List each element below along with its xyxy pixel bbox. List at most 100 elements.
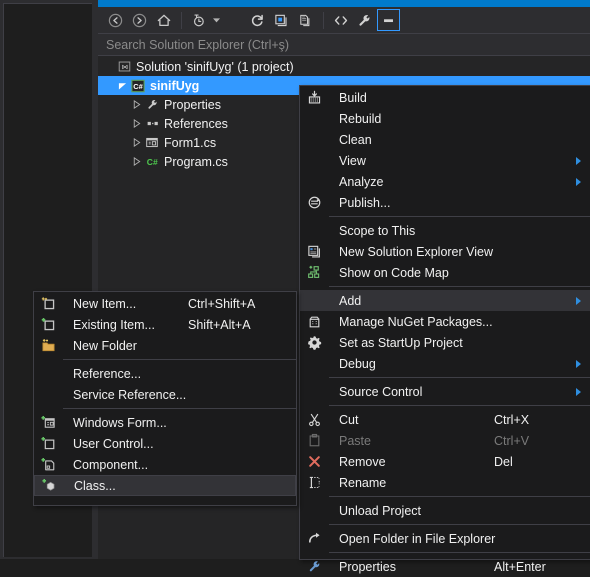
menu-item-source-control[interactable]: Source Control	[300, 381, 590, 402]
menu-item-publish[interactable]: Publish...	[300, 192, 590, 213]
toolbar-button-show-all-files[interactable]	[294, 9, 317, 31]
tree-item-label: sinifUyg	[150, 78, 200, 93]
menu-item-reference[interactable]: Reference...	[34, 363, 296, 384]
menu-item-manage-nuget-packages[interactable]: Manage NuGet Packages...	[300, 311, 590, 332]
new-folder-icon	[34, 335, 63, 356]
menu-item-label: Build	[339, 90, 367, 105]
menu-item-label: Scope to This	[339, 223, 416, 238]
menu-item-clean[interactable]: Clean	[300, 129, 590, 150]
tree-item-solution-sinifuyg-1-project[interactable]: ⋈ Solution 'sinifUyg' (1 project)	[98, 57, 590, 76]
tree-item-label: Properties	[164, 97, 221, 112]
menu-item-cut[interactable]: Cut Ctrl+X	[300, 409, 590, 430]
nuget-icon	[300, 311, 329, 332]
no-icon	[34, 384, 63, 405]
menu-item-windows-form[interactable]: Windows Form...	[34, 412, 296, 433]
menu-item-shortcut: Ctrl+X	[494, 412, 530, 427]
chevron-right-icon	[576, 381, 581, 402]
svg-text:C#: C#	[147, 157, 158, 167]
menu-item-label: Component...	[73, 457, 149, 472]
menu-item-label: Clean	[339, 132, 372, 147]
build-icon	[300, 87, 329, 108]
menu-item-component[interactable]: Component...	[34, 454, 296, 475]
new-view-icon	[300, 241, 329, 262]
menu-item-service-reference[interactable]: Service Reference...	[34, 384, 296, 405]
menu-item-analyze[interactable]: Analyze	[300, 171, 590, 192]
menu-item-remove[interactable]: Remove Del	[300, 451, 590, 472]
menu-item-label: Show on Code Map	[339, 265, 449, 280]
toolbar-button-preview-selected-items[interactable]	[377, 9, 400, 31]
search-input[interactable]: Search Solution Explorer (Ctrl+ş)	[98, 33, 590, 56]
menu-item-new-folder[interactable]: New Folder	[34, 335, 296, 356]
properties-wrench-icon	[300, 556, 329, 577]
menu-item-shortcut: Ctrl+V	[494, 433, 530, 448]
menu-item-label: Set as StartUp Project	[339, 335, 463, 350]
toolbar-button-refresh[interactable]	[246, 9, 269, 31]
menu-item-label: Manage NuGet Packages...	[339, 314, 493, 329]
toolbar-button-view-code[interactable]	[329, 9, 352, 31]
search-placeholder: Search Solution Explorer (Ctrl+ş)	[106, 37, 290, 52]
menu-item-label: Add	[339, 293, 362, 308]
twisty-collapsed[interactable]	[130, 114, 143, 133]
menu-item-label: Publish...	[339, 195, 391, 210]
new-item-icon	[34, 293, 63, 314]
menu-separator	[329, 405, 590, 406]
menu-item-class[interactable]: Class...	[34, 475, 296, 496]
menu-item-paste[interactable]: Paste Ctrl+V	[300, 430, 590, 451]
no-icon	[300, 500, 329, 521]
menu-item-label: New Folder	[73, 338, 137, 353]
menu-separator	[63, 408, 296, 409]
menu-item-new-item[interactable]: New Item... Ctrl+Shift+A	[34, 293, 296, 314]
toolbar-button-forward[interactable]	[128, 9, 151, 31]
menu-item-existing-item[interactable]: Existing Item... Shift+Alt+A	[34, 314, 296, 335]
menu-item-scope-to-this[interactable]: Scope to This	[300, 220, 590, 241]
twisty-collapsed[interactable]	[130, 133, 143, 152]
toolbar-button-pending-changes[interactable]	[187, 9, 210, 31]
pending-changes-icon	[191, 13, 206, 28]
menu-item-rename[interactable]: Rename	[300, 472, 590, 493]
menu-item-shortcut: Alt+Enter	[494, 559, 546, 574]
project-context-menu: Build Rebuild Clean View Analyze Publish... Sc…	[299, 85, 590, 574]
menu-item-open-folder-in-file-explorer[interactable]: Open Folder in File Explorer	[300, 528, 590, 549]
menu-separator	[329, 552, 590, 553]
toolbar-button-home[interactable]	[152, 9, 175, 31]
menu-separator	[329, 216, 590, 217]
toolbar-button-properties[interactable]	[353, 9, 376, 31]
menu-item-show-on-code-map[interactable]: Show on Code Map	[300, 262, 590, 283]
chevron-down-icon[interactable]	[211, 9, 222, 31]
menu-item-view[interactable]: View	[300, 150, 590, 171]
twisty-expanded[interactable]	[116, 76, 129, 95]
menu-item-add[interactable]: Add	[300, 290, 590, 311]
collapse-all-icon	[274, 13, 289, 28]
no-icon	[300, 381, 329, 402]
menu-item-build[interactable]: Build	[300, 87, 590, 108]
solution-icon: ⋈	[115, 57, 133, 76]
menu-item-properties[interactable]: Properties Alt+Enter	[300, 556, 590, 577]
wrench-icon	[143, 95, 161, 114]
toolbar-button-back[interactable]	[104, 9, 127, 31]
menu-item-shortcut: Shift+Alt+A	[188, 317, 251, 332]
preview-selected-items-icon	[381, 14, 396, 27]
tree-item-label: Solution 'sinifUyg' (1 project)	[136, 59, 294, 74]
user-control-icon	[34, 433, 63, 454]
menu-item-new-solution-explorer-view[interactable]: New Solution Explorer View	[300, 241, 590, 262]
paste-icon	[300, 430, 329, 451]
menu-item-user-control[interactable]: User Control...	[34, 433, 296, 454]
menu-item-label: User Control...	[73, 436, 154, 451]
menu-item-unload-project[interactable]: Unload Project	[300, 500, 590, 521]
menu-item-set-as-startup-project[interactable]: Set as StartUp Project	[300, 332, 590, 353]
no-icon	[300, 150, 329, 171]
toolbar-button-collapse-all[interactable]	[270, 9, 293, 31]
no-icon	[300, 108, 329, 129]
toolbar-separator	[323, 11, 324, 29]
toolbar-button-sync-with-active-document[interactable]	[222, 9, 245, 31]
tree-item-label: Form1.cs	[164, 135, 217, 150]
twisty-collapsed[interactable]	[130, 95, 143, 114]
twisty-collapsed[interactable]	[130, 152, 143, 171]
menu-separator	[329, 524, 590, 525]
menu-item-rebuild[interactable]: Rebuild	[300, 108, 590, 129]
menu-item-shortcut: Del	[494, 454, 513, 469]
view-code-icon	[333, 13, 349, 28]
menu-separator	[63, 359, 296, 360]
menu-item-debug[interactable]: Debug	[300, 353, 590, 374]
menu-item-shortcut: Ctrl+Shift+A	[188, 296, 256, 311]
